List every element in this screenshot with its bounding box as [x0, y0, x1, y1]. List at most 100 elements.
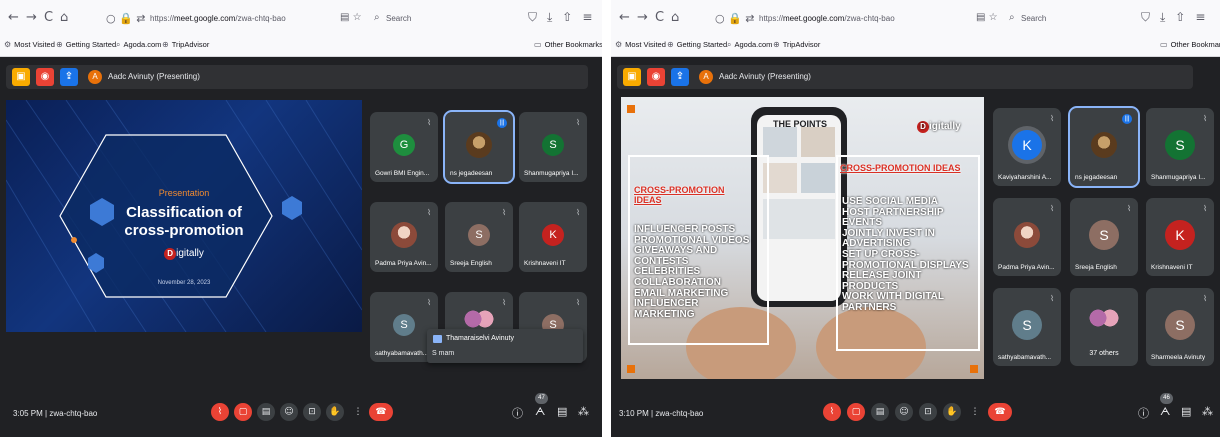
participant-tile[interactable]: ⌇ S Sharmeela Avinuty	[1146, 288, 1214, 366]
more-options-icon[interactable]: ⋮	[349, 403, 367, 421]
search-box[interactable]: ⌕ Search	[372, 9, 472, 31]
participant-tile[interactable]: ⌇ K Krishnaveni IT	[519, 202, 587, 272]
list-item: RELEASE JOINT PRODUCTS	[842, 270, 922, 292]
present-icon[interactable]: ⊡	[303, 403, 321, 421]
participant-tile-speaking[interactable]: ||| ns jegadeesan	[443, 110, 515, 184]
info-icon[interactable]: ⓘ	[512, 405, 523, 421]
activities-icon[interactable]: ⁂	[578, 405, 589, 418]
reload-icon[interactable]: C	[44, 10, 53, 26]
participant-tile[interactable]: ⌇ S Shanmugapriya I...	[1146, 108, 1214, 186]
info-icon[interactable]: ⓘ	[1138, 405, 1149, 421]
reload-icon[interactable]: C	[655, 10, 664, 26]
mic-off-icon[interactable]: ⌇	[823, 403, 841, 421]
forward-icon[interactable]: →	[26, 10, 37, 26]
chat-notification[interactable]: Thamaraiselvi Avinuty S mam	[427, 329, 583, 363]
slides-icon[interactable]: ▣	[12, 68, 30, 86]
share-screen-icon[interactable]: ⇪	[60, 68, 78, 86]
slide-brand-logo: Digitally	[917, 121, 961, 133]
end-call-button[interactable]: ☎	[988, 403, 1012, 421]
toolbar-right-icons[interactable]: ⛉⤓⇧≡	[1141, 10, 1215, 25]
chat-icon[interactable]: ▤	[557, 405, 567, 418]
bookmark-tripadvisor[interactable]: ⊕ TripAdvisor	[162, 40, 209, 49]
box-title: CROSS-PROMOTION IDEAS	[634, 185, 725, 205]
bookmark-most-visited[interactable]: ⚙ Most Visited	[4, 40, 55, 49]
bookmark-tripadvisor[interactable]: ⊕ TripAdvisor	[773, 40, 820, 49]
people-icon[interactable]: ᗅ	[1160, 405, 1170, 419]
home-icon[interactable]: ⌂	[671, 10, 679, 26]
participant-tile[interactable]: ⌇ S Sreeja English	[445, 202, 513, 272]
participant-name: Padma Priya Avin...	[375, 260, 432, 267]
participant-name: Sharmeela Avinuty	[1151, 354, 1206, 361]
captions-icon[interactable]: ▤	[257, 403, 275, 421]
reader-view-icon[interactable]: ▤ ☆	[340, 10, 362, 26]
url-bar[interactable]: ○ 🔒 ⇄ https://meet.google.com/zwa-chtq-b…	[106, 9, 336, 31]
avatar: S	[1165, 129, 1195, 160]
record-icon[interactable]: ◉	[647, 68, 665, 86]
participant-tile[interactable]: ⌇ Padma Priya Avin...	[993, 198, 1061, 276]
participant-tile[interactable]: ⌇ G Gowri BMI Engin...	[370, 112, 438, 182]
search-icon: ⌕	[374, 12, 380, 23]
browser-toolbar: ← → C ⌂ ○ 🔒 ⇄ https://meet.google.com/zw…	[611, 6, 1220, 34]
participant-tile[interactable]: ⌇ S Sreeja English	[1070, 198, 1138, 276]
camera-off-icon[interactable]: ▢	[847, 403, 865, 421]
bookmark-most-visited[interactable]: ⚙ Most Visited	[615, 40, 666, 49]
others-tile[interactable]: 37 others	[1070, 288, 1138, 366]
raise-hand-icon[interactable]: ✋	[943, 403, 961, 421]
url-text: https://meet.google.com/zwa-chtq-bao	[150, 14, 286, 23]
search-icon: ⌕	[1009, 12, 1015, 23]
list-item: COLLABORATION	[634, 276, 722, 288]
people-icon[interactable]: ᗅ	[535, 405, 545, 419]
toolbar-right-icons[interactable]: ⛉⤓⇧≡	[528, 10, 602, 25]
meeting-time-code: 3:10 PM | zwa-chtq-bao	[619, 409, 704, 418]
speaking-indicator-icon: |||	[1122, 114, 1132, 124]
other-bookmarks[interactable]: ▭Other Bookmarks	[534, 40, 602, 49]
participant-tile[interactable]: ⌇ K Kaviyaharshini A...	[993, 108, 1061, 186]
more-options-icon[interactable]: ⋮	[966, 403, 984, 421]
presentation-bar: ▣ ◉ ⇪ A Aadc Avinuty (Presenting)	[617, 65, 1193, 89]
mic-off-icon[interactable]: ⌇	[211, 403, 229, 421]
captions-icon[interactable]: ▤	[871, 403, 889, 421]
avatar	[466, 131, 492, 158]
mic-off-icon: ⌇	[576, 118, 580, 127]
share-screen-icon[interactable]: ⇪	[671, 68, 689, 86]
participant-name: Sreeja English	[1075, 264, 1117, 271]
bookmark-agoda[interactable]: ⌕ Agoda.com	[116, 40, 161, 50]
emoji-icon[interactable]: ☺	[280, 403, 298, 421]
reader-view-icon[interactable]: ▤ ☆	[976, 10, 998, 26]
people-count-badge: 47	[535, 393, 548, 404]
present-icon[interactable]: ⊡	[919, 403, 937, 421]
search-box[interactable]: ⌕ Search	[1007, 9, 1107, 31]
search-icon: ⌕	[727, 40, 732, 49]
participant-tile[interactable]: ⌇ Padma Priya Avin...	[370, 202, 438, 272]
end-call-button[interactable]: ☎	[369, 403, 393, 421]
bookmark-getting-started[interactable]: ⊕ Getting Started	[56, 40, 116, 49]
url-bar[interactable]: ○ 🔒 ⇄ https://meet.google.com/zwa-chtq-b…	[715, 9, 955, 31]
raise-hand-icon[interactable]: ✋	[326, 403, 344, 421]
participant-tile-speaking[interactable]: ||| ns jegadeesan	[1068, 106, 1140, 188]
participant-tile[interactable]: ⌇ S sathyabamavath...	[993, 288, 1061, 366]
back-icon[interactable]: ←	[8, 10, 19, 26]
camera-off-icon[interactable]: ▢	[234, 403, 252, 421]
mic-off-icon: ⌇	[1050, 114, 1054, 123]
slide-title-line1: Classification of	[126, 204, 242, 221]
avatar	[391, 221, 417, 248]
slides-icon[interactable]: ▣	[623, 68, 641, 86]
back-icon[interactable]: ←	[619, 10, 630, 26]
forward-icon[interactable]: →	[637, 10, 648, 26]
site-info-icon[interactable]: ○ 🔒 ⇄	[715, 12, 755, 25]
browser-chrome: ← → C ⌂ ○ 🔒 ⇄ https://meet.google.com/zw…	[611, 0, 1220, 57]
record-icon[interactable]: ◉	[36, 68, 54, 86]
home-icon[interactable]: ⌂	[60, 10, 68, 26]
site-info-icon[interactable]: ○ 🔒 ⇄	[106, 12, 146, 25]
bookmarks-bar: ⚙ Most Visited ⊕ Getting Started ⌕ Agoda.co…	[4, 38, 602, 52]
chat-icon[interactable]: ▤	[1181, 405, 1191, 418]
bookmark-agoda[interactable]: ⌕ Agoda.com	[727, 40, 772, 50]
participant-tile[interactable]: ⌇ K Krishnaveni IT	[1146, 198, 1214, 276]
other-bookmarks[interactable]: ▭Other Bookmarks	[1160, 40, 1220, 49]
emoji-icon[interactable]: ☺	[895, 403, 913, 421]
avatar: S	[1012, 309, 1042, 340]
participant-tile[interactable]: ⌇ S Shanmugapriya I...	[519, 112, 587, 182]
mic-off-icon: ⌇	[1127, 204, 1131, 213]
bookmark-getting-started[interactable]: ⊕ Getting Started	[667, 40, 727, 49]
activities-icon[interactable]: ⁂	[1202, 405, 1213, 418]
